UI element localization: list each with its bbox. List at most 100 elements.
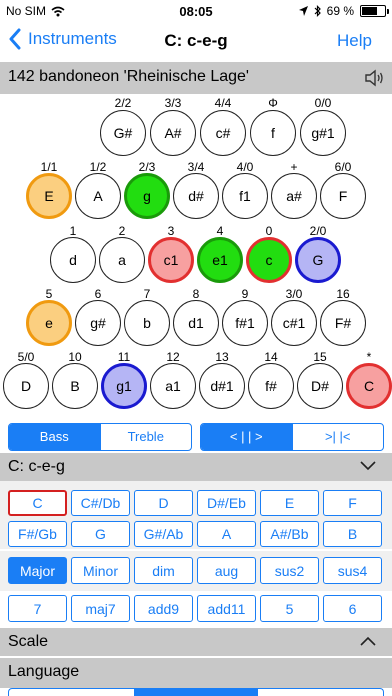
root-note-button[interactable]: A [197, 521, 256, 547]
root-note-button[interactable]: F [323, 490, 382, 516]
keyboard-button[interactable]: E [26, 173, 72, 219]
key-fingering-label: 2/3 [138, 160, 156, 174]
key-fingering-label: 4/4 [214, 96, 232, 110]
keyboard-button[interactable]: g [124, 173, 170, 219]
direction-toggle-option[interactable]: >| |< [293, 424, 384, 450]
key-fingering-label: 5/0 [17, 350, 35, 364]
root-note-button[interactable]: B [323, 521, 382, 547]
chord-quality-button[interactable]: aug [197, 557, 256, 584]
help-button[interactable]: Help [337, 31, 372, 51]
scale-section-header[interactable]: Scale [0, 628, 392, 656]
key-fingering-label: 2/2 [114, 96, 132, 110]
keyboard-button[interactable]: g1 [101, 363, 147, 409]
chord-quality-button[interactable]: Minor [71, 557, 130, 584]
keyboard-button[interactable]: G# [100, 110, 146, 156]
key-fingering-label: 9 [241, 287, 249, 301]
button-keyboard: 2/2 G# 3/3 A# 4/4 c# Φf 0/0 g#1 1/1 E 1/2 A 2/3 g 3/4 d#… [0, 94, 392, 416]
keyboard-button[interactable]: A [75, 173, 121, 219]
key-fingering-label: * [366, 350, 372, 364]
chord-extension-button[interactable]: add11 [197, 595, 256, 622]
key-fingering-label: 3/3 [164, 96, 182, 110]
key-fingering-label: 13 [215, 350, 229, 364]
key-fingering-label: 6 [94, 287, 102, 301]
chord-section-header[interactable]: C: c-e-g [0, 453, 392, 481]
chevron-down-icon [360, 461, 376, 471]
direction-toggle-option[interactable]: < | | > [201, 424, 293, 450]
keyboard-button[interactable]: b [124, 300, 170, 346]
keyboard-button[interactable]: d [50, 237, 96, 283]
status-bar: No SIM 08:05 69 % [0, 0, 392, 22]
keyboard-button[interactable]: c [246, 237, 292, 283]
keyboard-button[interactable]: A# [150, 110, 196, 156]
chord-quality-button[interactable]: Major [8, 557, 67, 584]
keyboard-button[interactable]: g#1 [300, 110, 346, 156]
key-fingering-label: 5 [45, 287, 53, 301]
keyboard-button[interactable]: G [295, 237, 341, 283]
key-fingering-label: 12 [166, 350, 180, 364]
root-note-button[interactable]: C [8, 490, 67, 516]
key-fingering-label: 7 [143, 287, 151, 301]
key-fingering-label: 3/4 [187, 160, 205, 174]
chord-extension-button[interactable]: 7 [8, 595, 67, 622]
chord-extension-button[interactable]: 5 [260, 595, 319, 622]
speaker-icon[interactable] [364, 68, 386, 88]
keyboard-button[interactable]: C [346, 363, 392, 409]
keyboard-button[interactable]: D# [297, 363, 343, 409]
language-option-3[interactable] [258, 689, 383, 696]
key-fingering-label: 4 [216, 224, 224, 238]
keyboard-button[interactable]: B [52, 363, 98, 409]
root-note-button[interactable]: G [71, 521, 130, 547]
language-section-header[interactable]: Language [0, 658, 392, 688]
key-fingering-label: 14 [264, 350, 278, 364]
chord-quality-button[interactable]: sus4 [323, 557, 382, 584]
keyboard-button[interactable]: a [99, 237, 145, 283]
keyboard-button[interactable]: a1 [150, 363, 196, 409]
side-toggle-option[interactable]: Treble [101, 424, 192, 450]
keyboard-button[interactable]: d#1 [199, 363, 245, 409]
battery-percent: 69 % [326, 4, 354, 18]
keyboard-button[interactable]: d# [173, 173, 219, 219]
bluetooth-icon [314, 5, 321, 17]
side-toggle-option[interactable]: Bass [9, 424, 101, 450]
key-fingering-label: 3/0 [285, 287, 303, 301]
keyboard-button[interactable]: c1 [148, 237, 194, 283]
root-note-button[interactable]: D#/Eb [197, 490, 256, 516]
language-section-title: Language [8, 663, 80, 680]
keyboard-button[interactable]: c#1 [271, 300, 317, 346]
chord-extension-button[interactable]: maj7 [71, 595, 130, 622]
keyboard-button[interactable]: e [26, 300, 72, 346]
root-note-button[interactable]: G#/Ab [134, 521, 193, 547]
chord-quality-button[interactable]: sus2 [260, 557, 319, 584]
keyboard-button[interactable]: F# [320, 300, 366, 346]
keyboard-button[interactable]: g# [75, 300, 121, 346]
keyboard-button[interactable]: c# [200, 110, 246, 156]
language-option-1[interactable] [9, 689, 134, 696]
keyboard-button[interactable]: e1 [197, 237, 243, 283]
root-note-button[interactable]: F#/Gb [8, 521, 67, 547]
keyboard-button[interactable]: F [320, 173, 366, 219]
keyboard-button[interactable]: a# [271, 173, 317, 219]
root-note-button[interactable]: E [260, 490, 319, 516]
keyboard-button[interactable]: f# [248, 363, 294, 409]
instrument-bar: 142 bandoneon 'Rheinische Lage' [0, 62, 392, 94]
root-note-button[interactable]: C#/Db [71, 490, 130, 516]
keyboard-button[interactable]: f#1 [222, 300, 268, 346]
key-fingering-label: 0 [265, 224, 273, 238]
keyboard-button[interactable]: f [250, 110, 296, 156]
chord-extension-button[interactable]: 6 [323, 595, 382, 622]
chord-quality-button[interactable]: dim [134, 557, 193, 584]
key-fingering-label: 0/0 [314, 96, 332, 110]
key-fingering-label: 11 [117, 350, 131, 364]
status-right: 69 % [298, 4, 389, 18]
key-fingering-label: 6/0 [334, 160, 352, 174]
chord-extension-button[interactable]: add9 [134, 595, 193, 622]
chevron-up-icon [360, 636, 376, 646]
root-note-button[interactable]: D [134, 490, 193, 516]
battery-icon [360, 5, 389, 17]
root-note-button[interactable]: A#/Bb [260, 521, 319, 547]
keyboard-button[interactable]: d1 [173, 300, 219, 346]
language-segmented-control[interactable] [8, 688, 384, 696]
keyboard-button[interactable]: f1 [222, 173, 268, 219]
language-option-2[interactable] [133, 689, 259, 696]
keyboard-button[interactable]: D [3, 363, 49, 409]
